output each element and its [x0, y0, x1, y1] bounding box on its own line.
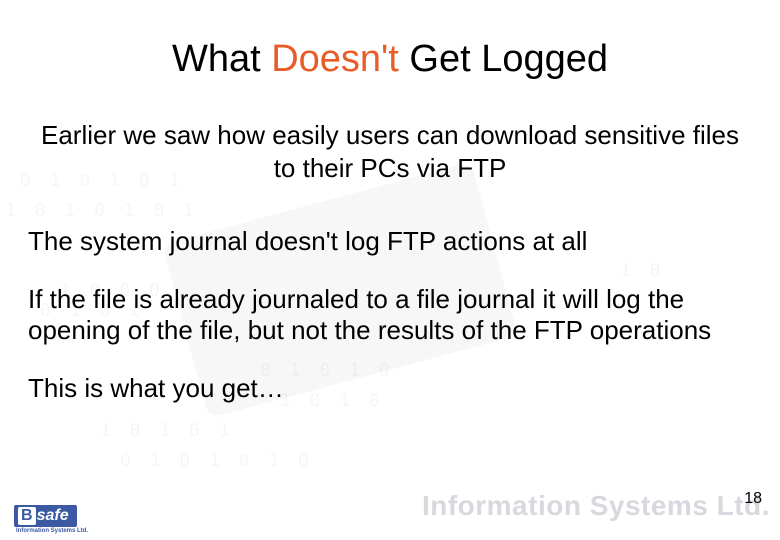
body-paragraph: The system journal doesn't log FTP actio…: [28, 226, 752, 258]
watermark-company-text: Information Systems Ltd.: [422, 490, 770, 522]
title-prefix: What: [172, 38, 271, 80]
logo-b-letter: B: [18, 507, 36, 525]
title-accent: Doesn't: [271, 38, 399, 80]
page-number: 18: [744, 490, 762, 508]
body-paragraph: If the file is already journaled to a fi…: [28, 284, 752, 347]
slide-content: What Doesn't Get Logged Earlier we saw h…: [0, 0, 780, 451]
binary-decoration: 0 1 0 1 0 1 0: [120, 450, 313, 471]
bsafe-logo: B safe Information Systems Ltd.: [14, 505, 88, 534]
slide-title: What Doesn't Get Logged: [28, 38, 752, 81]
title-suffix: Get Logged: [399, 38, 608, 80]
logo-subtitle: Information Systems Ltd.: [16, 528, 88, 534]
logo-safe-text: safe: [37, 507, 69, 525]
body-paragraph: This is what you get…: [28, 373, 752, 405]
intro-paragraph: Earlier we saw how easily users can down…: [28, 119, 752, 184]
